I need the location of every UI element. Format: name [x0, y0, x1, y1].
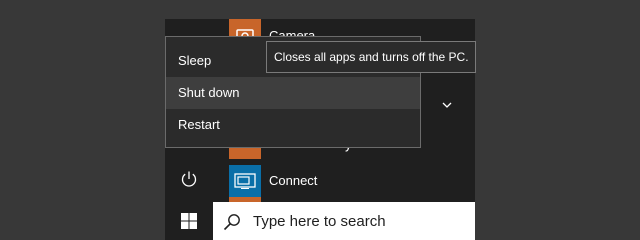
taskbar-search-box[interactable]: Type here to search [213, 202, 475, 240]
connect-app-tile[interactable] [229, 165, 261, 197]
windows-logo-icon [181, 213, 197, 229]
connect-icon [234, 173, 256, 189]
shut-down-menu-item[interactable]: Shut down [166, 77, 420, 109]
restart-menu-item[interactable]: Restart [166, 109, 420, 141]
search-placeholder[interactable]: Type here to search [253, 213, 386, 230]
chevron-down-icon[interactable] [441, 99, 453, 111]
start-button[interactable] [165, 202, 213, 240]
power-icon[interactable] [179, 169, 199, 189]
shut-down-tooltip: Closes all apps and turns off the PC. [266, 41, 476, 73]
search-icon [223, 214, 240, 231]
connect-app-label[interactable]: Connect [269, 173, 317, 188]
